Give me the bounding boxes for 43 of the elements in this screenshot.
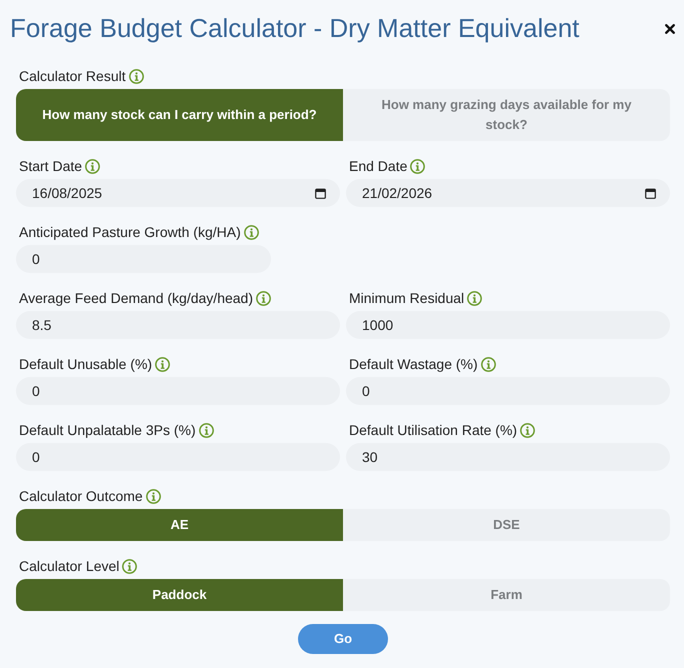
info-icon [85,158,100,174]
field-label: Average Feed Demand (kg/day/head) [19,289,253,308]
field-label: Calculator Result [19,67,126,86]
number-field[interactable]: 1000 [346,311,670,339]
field-label: Anticipated Pasture Growth (kg/HA) [19,223,241,242]
close-icon[interactable] [665,24,675,34]
field-label: Calculator Level [19,557,120,576]
toggle-option[interactable]: How many grazing days available for my stock? [343,89,670,141]
field-label: Default Utilisation Rate (%) [349,421,518,440]
number-field[interactable]: 0 [16,443,340,471]
date-field[interactable]: 16/08/2025 [16,179,340,207]
number-field[interactable]: 0 [16,245,271,273]
info-icon [480,356,496,372]
field-label: Default Unusable (%) [19,355,152,374]
field-label: Minimum Residual [349,289,464,308]
field-label: Default Wastage (%) [349,355,478,374]
number-field[interactable]: 8.5 [16,311,340,339]
toggle-option[interactable]: How many stock can I carry within a period? [16,89,343,141]
date-field[interactable]: 21/02/2026 [346,179,670,207]
number-field[interactable]: 0 [16,377,340,405]
calendar-icon [645,188,656,199]
calendar-icon [315,188,326,199]
toggle-option[interactable]: Paddock [16,579,343,611]
info-icon [198,422,214,438]
info-icon [244,224,259,240]
info-icon [256,290,271,306]
info-icon [520,422,536,438]
field-label: End Date [349,157,408,176]
field-label: Calculator Outcome [19,487,143,506]
field-label: Default Unpalatable 3Ps (%) [19,421,196,440]
info-icon [128,68,144,84]
dialog-title: Forage Budget Calculator - Dry Matter Equivalent [10,12,580,45]
toggle-option[interactable]: Farm [343,579,670,611]
field-label: Start Date [19,157,82,176]
number-field[interactable]: 30 [346,443,670,471]
toggle-option[interactable]: AE [16,509,343,541]
info-icon [146,488,161,504]
info-icon [410,158,426,174]
number-field[interactable]: 0 [346,377,670,405]
info-icon [122,558,138,574]
info-icon [467,290,482,306]
info-icon [155,356,170,372]
toggle-option[interactable]: DSE [343,509,670,541]
